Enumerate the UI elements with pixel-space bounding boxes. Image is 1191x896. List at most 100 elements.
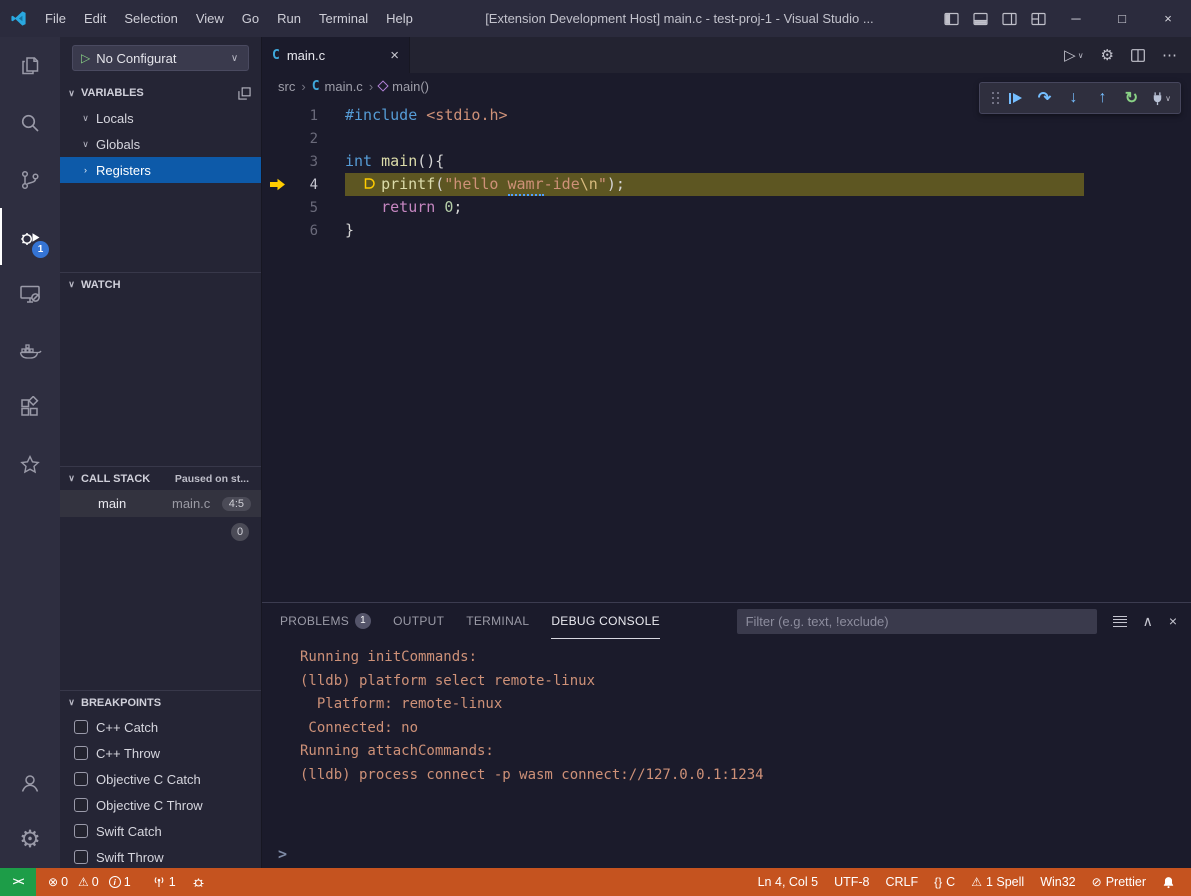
menu-file[interactable]: File <box>36 0 75 37</box>
toggle-secondary-sidebar-icon[interactable] <box>995 0 1024 37</box>
menu-help[interactable]: Help <box>377 0 422 37</box>
panel-tab-terminal[interactable]: TERMINAL <box>466 603 529 639</box>
code-line-content[interactable]: } <box>345 219 354 242</box>
editor-group: C main.c × ▷ ∨ ⚙ ⋯ src <box>262 37 1191 868</box>
maximize-panel-icon[interactable]: ∧ <box>1143 613 1153 630</box>
breakpoint-gutter[interactable] <box>262 178 292 191</box>
formatter-status[interactable]: ⊘Prettier <box>1084 868 1154 896</box>
activity-run-debug[interactable]: 1 <box>0 208 60 265</box>
panel-tab-debug-console[interactable]: DEBUG CONSOLE <box>551 603 660 639</box>
problems-status[interactable]: ⊗0 ⚠0 i1 <box>40 868 145 896</box>
start-debugging-icon[interactable]: ▷ <box>81 51 90 65</box>
breakpoint-checkbox[interactable] <box>74 824 88 838</box>
close-icon[interactable]: × <box>390 47 399 64</box>
panel-tab-output[interactable]: OUTPUT <box>393 603 444 639</box>
output-options-icon[interactable] <box>1113 616 1127 627</box>
breakpoint-checkbox[interactable] <box>74 798 88 812</box>
code-token: <stdio.h> <box>426 106 507 124</box>
close-panel-icon[interactable]: × <box>1169 613 1177 629</box>
disconnect-button[interactable]: ∨ <box>1146 84 1175 112</box>
watch-section-header[interactable]: ∨ WATCH <box>60 272 261 296</box>
eol-indicator[interactable]: CRLF <box>878 868 927 896</box>
activity-star[interactable] <box>0 436 60 493</box>
call-stack-section-header[interactable]: ∨ CALL STACK Paused on st... <box>60 466 261 490</box>
toggle-sidebar-icon[interactable] <box>937 0 966 37</box>
code-token: (){ <box>417 152 444 170</box>
call-stack-frame[interactable]: main main.c 4:5 <box>60 490 261 517</box>
settings-button[interactable]: ⚙ <box>0 811 60 868</box>
debug-config-dropdown[interactable]: ▷ No Configurat ∨ <box>72 45 249 71</box>
breakpoint-checkbox[interactable] <box>74 772 88 786</box>
platform-indicator[interactable]: Win32 <box>1032 868 1083 896</box>
activity-extensions[interactable] <box>0 379 60 436</box>
breakpoints-section-header[interactable]: ∨ BREAKPOINTS <box>60 690 261 714</box>
breakpoint-row[interactable]: C++ Catch <box>60 714 261 740</box>
continue-button[interactable] <box>1001 84 1030 112</box>
variables-section-header[interactable]: ∨ VARIABLES <box>60 81 261 105</box>
customize-layout-icon[interactable] <box>1024 0 1053 37</box>
close-window-button[interactable]: × <box>1145 0 1191 37</box>
code-line-content[interactable]: printf("hello wamr-ide\n"); <box>345 173 1084 196</box>
spell-checker-status[interactable]: ⚠1 Spell <box>963 868 1032 896</box>
code-line-content[interactable]: return 0; <box>345 196 462 219</box>
panel-tab-problems[interactable]: PROBLEMS1 <box>280 603 371 639</box>
code-line-content[interactable]: #include <stdio.h> <box>345 104 508 127</box>
debug-status[interactable] <box>184 868 213 896</box>
menu-view[interactable]: View <box>187 0 233 37</box>
step-over-button[interactable]: ↷ <box>1030 84 1059 112</box>
more-actions-button[interactable]: ⋯ <box>1162 46 1177 64</box>
breakpoint-row[interactable]: C++ Throw <box>60 740 261 766</box>
menu-run[interactable]: Run <box>268 0 310 37</box>
breakpoint-row[interactable]: Objective C Catch <box>60 766 261 792</box>
remote-indicator[interactable]: >< <box>0 868 36 896</box>
menu-selection[interactable]: Selection <box>115 0 186 37</box>
settings-gear-button[interactable]: ⚙ <box>1101 46 1114 64</box>
step-out-button[interactable]: ↑ <box>1088 84 1117 112</box>
maximize-button[interactable]: □ <box>1099 0 1145 37</box>
breakpoint-checkbox[interactable] <box>74 850 88 864</box>
code-token: } <box>345 221 354 239</box>
tab-main-c[interactable]: C main.c × <box>262 37 410 73</box>
activity-explorer[interactable] <box>0 37 60 94</box>
breakpoint-checkbox[interactable] <box>74 746 88 760</box>
debug-console-output[interactable]: Running initCommands:(lldb) platform sel… <box>262 639 1191 868</box>
breakpoint-row[interactable]: Swift Throw <box>60 844 261 868</box>
minimize-button[interactable]: ─ <box>1053 0 1099 37</box>
restart-button[interactable]: ↻ <box>1117 84 1146 112</box>
inline-breakpoint-icon[interactable] <box>364 174 377 197</box>
activity-source-control[interactable] <box>0 151 60 208</box>
cursor-position[interactable]: Ln 4, Col 5 <box>750 868 826 896</box>
breadcrumb-src[interactable]: src <box>278 79 295 94</box>
notifications-bell[interactable] <box>1154 868 1183 896</box>
breadcrumb-file[interactable]: C main.c <box>312 79 363 94</box>
run-file-button[interactable]: ▷ ∨ <box>1064 46 1083 64</box>
menu-terminal[interactable]: Terminal <box>310 0 377 37</box>
step-into-button[interactable]: ↓ <box>1059 84 1088 112</box>
variables-item-locals[interactable]: ∨Locals <box>60 105 261 131</box>
bottom-panel: PROBLEMS1 OUTPUT TERMINAL DEBUG CONSOLE ∧ ×… <box>262 602 1191 868</box>
breadcrumb-symbol[interactable]: main() <box>379 79 429 94</box>
accounts-button[interactable] <box>0 754 60 811</box>
collapse-all-icon[interactable] <box>238 87 251 100</box>
menu-edit[interactable]: Edit <box>75 0 115 37</box>
drag-handle[interactable] <box>985 83 1001 113</box>
split-editor-button[interactable] <box>1131 49 1145 62</box>
menu-bar: FileEditSelectionViewGoRunTerminalHelp <box>36 0 422 37</box>
console-filter-input[interactable] <box>737 609 1097 634</box>
variables-item-registers[interactable]: ›Registers <box>60 157 261 183</box>
console-prompt[interactable]: > <box>278 845 287 863</box>
code-editor[interactable]: 1#include <stdio.h>23int main(){4 printf… <box>262 99 1191 602</box>
ports-status[interactable]: 1 <box>145 868 184 896</box>
code-line-content[interactable]: int main(){ <box>345 150 444 173</box>
language-mode[interactable]: {}C <box>926 868 963 896</box>
activity-search[interactable] <box>0 94 60 151</box>
activity-docker[interactable] <box>0 322 60 379</box>
breakpoint-checkbox[interactable] <box>74 720 88 734</box>
encoding-indicator[interactable]: UTF-8 <box>826 868 877 896</box>
toggle-panel-icon[interactable] <box>966 0 995 37</box>
menu-go[interactable]: Go <box>233 0 268 37</box>
breakpoint-row[interactable]: Swift Catch <box>60 818 261 844</box>
breakpoint-row[interactable]: Objective C Throw <box>60 792 261 818</box>
activity-remote-explorer[interactable] <box>0 265 60 322</box>
variables-item-globals[interactable]: ∨Globals <box>60 131 261 157</box>
